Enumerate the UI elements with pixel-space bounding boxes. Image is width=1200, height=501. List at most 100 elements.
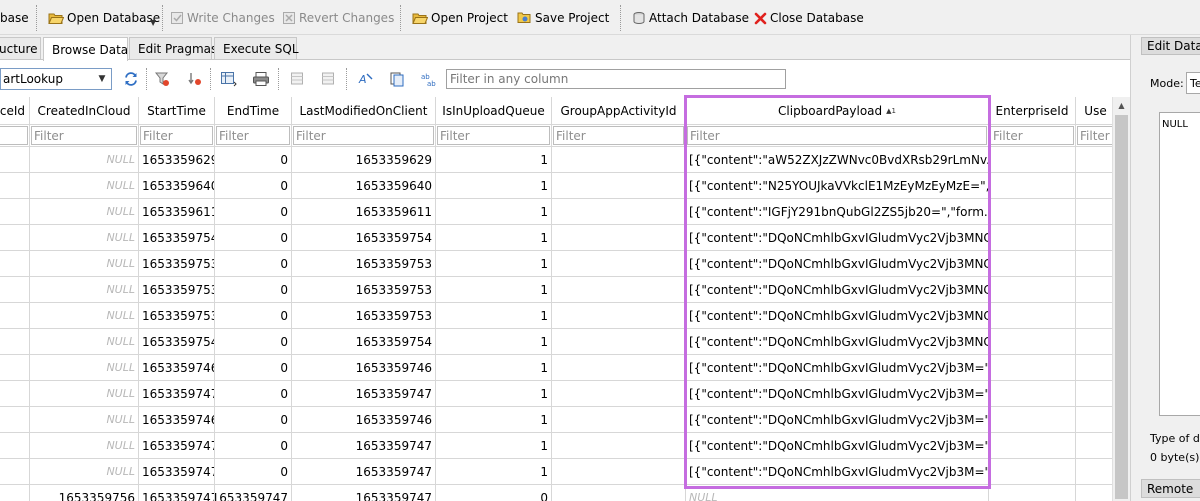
cell-lastmodifiedonclient[interactable]: 1653359747 <box>292 381 436 407</box>
table-select[interactable]: artLookup ▼ <box>0 68 112 90</box>
cell-isinuploadqueue[interactable]: 1 <box>436 173 552 199</box>
cell-groupappactivityid[interactable] <box>552 277 686 303</box>
cell-ceid[interactable] <box>0 277 30 303</box>
cell-createdincloud[interactable]: NULL <box>30 433 139 459</box>
cell-endtime[interactable]: 1653359747 <box>215 485 292 501</box>
cell-isinuploadqueue[interactable]: 1 <box>436 147 552 173</box>
cell-groupappactivityid[interactable] <box>552 147 686 173</box>
cell-createdincloud[interactable]: NULL <box>30 355 139 381</box>
cell-starttime[interactable]: 1653359611 <box>139 199 215 225</box>
cell-isinuploadqueue[interactable]: 1 <box>436 199 552 225</box>
cell-lastmodifiedonclient[interactable]: 1653359640 <box>292 173 436 199</box>
cell-ceid[interactable] <box>0 433 30 459</box>
cell-clipboardpayload[interactable]: [{"content":"DQoNCmhlbGxvIGludmVyc2Vjb3M… <box>686 251 989 277</box>
save-project-button[interactable]: Save Project <box>516 7 609 29</box>
cell-isinuploadqueue[interactable]: 1 <box>436 251 552 277</box>
vertical-scrollbar[interactable]: ▲ <box>1112 97 1130 501</box>
cell-enterpriseid[interactable] <box>989 225 1076 251</box>
column-header-ceid[interactable]: ceId <box>0 97 30 125</box>
cell-use[interactable] <box>1076 225 1112 251</box>
find-replace-icon[interactable] <box>388 70 406 88</box>
cell-use[interactable] <box>1076 147 1112 173</box>
cell-isinuploadqueue[interactable]: 1 <box>436 381 552 407</box>
column-header-starttime[interactable]: StartTime <box>139 97 215 125</box>
cell-starttime[interactable]: 1653359754 <box>139 329 215 355</box>
column-filter-input[interactable]: Filter <box>31 126 137 145</box>
cell-isinuploadqueue[interactable]: 1 <box>436 329 552 355</box>
cell-endtime[interactable]: 0 <box>215 459 292 485</box>
cell-groupappactivityid[interactable] <box>552 381 686 407</box>
cell-groupappactivityid[interactable] <box>552 485 686 501</box>
cell-clipboardpayload[interactable]: [{"content":"DQoNCmhlbGxvIGludmVyc2Vjb3M… <box>686 225 989 251</box>
cell-createdincloud[interactable]: NULL <box>30 407 139 433</box>
cell-starttime[interactable]: 1653359747 <box>139 459 215 485</box>
cell-lastmodifiedonclient[interactable]: 1653359611 <box>292 199 436 225</box>
cell-use[interactable] <box>1076 329 1112 355</box>
column-filter-input[interactable]: Filter <box>216 126 290 145</box>
cell-ceid[interactable] <box>0 329 30 355</box>
global-filter-input[interactable]: Filter in any column <box>446 69 786 89</box>
cell-enterpriseid[interactable] <box>989 199 1076 225</box>
cell-use[interactable] <box>1076 199 1112 225</box>
cell-starttime[interactable]: 1653359753 <box>139 251 215 277</box>
cell-groupappactivityid[interactable] <box>552 199 686 225</box>
cell-groupappactivityid[interactable] <box>552 407 686 433</box>
cell-clipboardpayload[interactable]: [{"content":"DQoNCmhlbGxvIGludmVyc2Vjb3M… <box>686 407 989 433</box>
cell-ceid[interactable] <box>0 199 30 225</box>
cell-endtime[interactable]: 0 <box>215 277 292 303</box>
cell-ceid[interactable] <box>0 459 30 485</box>
cell-use[interactable] <box>1076 251 1112 277</box>
cell-isinuploadqueue[interactable]: 1 <box>436 303 552 329</box>
new-database-button[interactable]: base <box>0 7 29 29</box>
cell-createdincloud[interactable]: NULL <box>30 251 139 277</box>
cell-enterpriseid[interactable] <box>989 277 1076 303</box>
cell-enterpriseid[interactable] <box>989 303 1076 329</box>
cell-groupappactivityid[interactable] <box>552 355 686 381</box>
cell-isinuploadqueue[interactable]: 1 <box>436 277 552 303</box>
cell-enterpriseid[interactable] <box>989 459 1076 485</box>
tab-execute-sql[interactable]: Execute SQL <box>214 37 299 60</box>
cell-enterpriseid[interactable] <box>989 329 1076 355</box>
cell-starttime[interactable]: 1653359747 <box>139 381 215 407</box>
cell-value-editor[interactable]: NULL <box>1159 112 1200 416</box>
delete-record-icon[interactable] <box>320 70 338 88</box>
cell-enterpriseid[interactable] <box>989 173 1076 199</box>
open-database-button[interactable]: Open Database <box>48 7 160 29</box>
clear-sorting-icon[interactable] <box>186 70 204 88</box>
close-database-button[interactable]: Close Database <box>754 7 864 29</box>
cell-lastmodifiedonclient[interactable]: 1653359747 <box>292 459 436 485</box>
column-header-lastmodifiedonclient[interactable]: LastModifiedOnClient <box>292 97 436 125</box>
cell-groupappactivityid[interactable] <box>552 329 686 355</box>
cell-clipboardpayload[interactable]: [{"content":"DQoNCmhlbGxvIGludmVyc2Vjb3M… <box>686 433 989 459</box>
cell-isinuploadqueue[interactable]: 1 <box>436 225 552 251</box>
cell-endtime[interactable]: 0 <box>215 147 292 173</box>
column-header-endtime[interactable]: EndTime <box>215 97 292 125</box>
column-header-clipboardpayload[interactable]: ClipboardPayload ▲1 <box>686 97 989 125</box>
cell-createdincloud[interactable]: NULL <box>30 225 139 251</box>
cell-starttime[interactable]: 1653359746 <box>139 355 215 381</box>
open-database-dropdown-icon[interactable]: ▼ <box>150 18 156 27</box>
cell-use[interactable] <box>1076 485 1112 501</box>
cell-use[interactable] <box>1076 459 1112 485</box>
cell-lastmodifiedonclient[interactable]: 1653359754 <box>292 329 436 355</box>
scroll-up-icon[interactable]: ▲ <box>1113 97 1130 114</box>
cell-lastmodifiedonclient[interactable]: 1653359754 <box>292 225 436 251</box>
dock-tab-remote[interactable]: Remote <box>1141 479 1200 498</box>
cell-createdincloud[interactable]: NULL <box>30 277 139 303</box>
cell-clipboardpayload[interactable]: NULL <box>686 485 989 501</box>
cell-lastmodifiedonclient[interactable]: 1653359747 <box>292 433 436 459</box>
cell-endtime[interactable]: 0 <box>215 381 292 407</box>
cell-ceid[interactable] <box>0 407 30 433</box>
cell-enterpriseid[interactable] <box>989 355 1076 381</box>
cell-lastmodifiedonclient[interactable]: 1653359753 <box>292 303 436 329</box>
cell-groupappactivityid[interactable] <box>552 251 686 277</box>
cell-starttime[interactable]: 1653359629 <box>139 147 215 173</box>
cell-enterpriseid[interactable] <box>989 485 1076 501</box>
cell-clipboardpayload[interactable]: [{"content":"DQoNCmhlbGxvIGludmVyc2Vjb3M… <box>686 381 989 407</box>
clear-filters-icon[interactable] <box>153 70 171 88</box>
cell-endtime[interactable]: 0 <box>215 173 292 199</box>
cell-enterpriseid[interactable] <box>989 407 1076 433</box>
mode-select[interactable]: Te <box>1186 72 1200 94</box>
find-text-icon[interactable]: A <box>357 70 375 88</box>
cell-groupappactivityid[interactable] <box>552 173 686 199</box>
